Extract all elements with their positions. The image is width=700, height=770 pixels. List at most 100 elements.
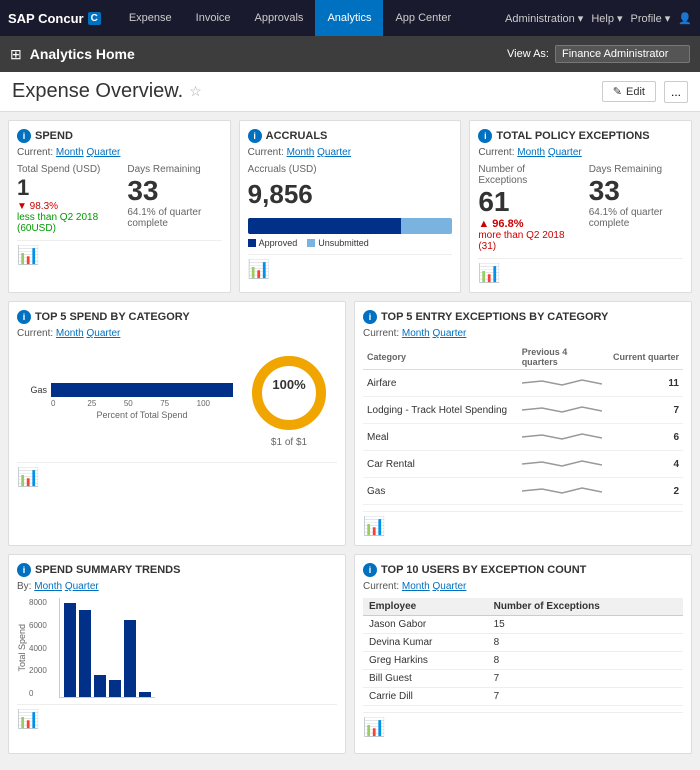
trend-bar	[64, 603, 76, 697]
accruals-quarter-link[interactable]: Quarter	[317, 147, 351, 158]
exc-col1-header: Category	[363, 345, 518, 370]
exc-category: Gas	[363, 478, 518, 505]
user-count: 7	[488, 688, 683, 706]
bar-legend: Approved Unsubmitted	[248, 238, 453, 248]
avatar[interactable]: 👤	[678, 12, 692, 25]
category-bar-gas-label: Gas	[17, 385, 47, 395]
exceptions-sub: more than Q2 2018 (31)	[478, 230, 572, 252]
middle-cards-row: i TOP 5 SPEND BY CATEGORY Current: Month…	[8, 301, 692, 546]
category-month-link[interactable]: Month	[56, 328, 84, 339]
nav-expense[interactable]: Expense	[117, 0, 184, 36]
nav-approvals[interactable]: Approvals	[243, 0, 316, 36]
favorite-star-icon[interactable]: ☆	[189, 83, 202, 100]
spend-percent-value: ▼ 98.3%	[17, 201, 58, 212]
axis-0: 0	[51, 399, 87, 408]
expense-overview-title: Expense Overview.	[12, 80, 183, 103]
donut-chart: 100%	[249, 353, 329, 433]
spend-month-link[interactable]: Month	[56, 147, 84, 158]
entry-exc-chart-icon: 📊	[363, 516, 385, 536]
entry-exc-title: TOP 5 ENTRY EXCEPTIONS BY CATEGORY	[381, 311, 608, 323]
edit-label: Edit	[626, 86, 645, 98]
trend-bar	[94, 675, 106, 698]
profile-menu[interactable]: Profile ▾	[631, 12, 671, 25]
nav-app-center[interactable]: App Center	[383, 0, 463, 36]
users-footer: 📊	[363, 712, 683, 738]
y-axis-labels: 8000 6000 4000 2000 0	[29, 598, 47, 698]
days-value: 33	[127, 175, 221, 207]
accruals-chart-icon: 📊	[248, 259, 270, 279]
users-table: Employee Number of Exceptions Jason Gabo…	[363, 598, 683, 706]
category-current-label: Current:	[17, 328, 53, 339]
exc-current: 7	[606, 397, 683, 424]
legend-unsubmitted-dot	[307, 239, 315, 247]
main-content: i SPEND Current: Month Quarter Total Spe…	[0, 112, 700, 770]
view-as-select[interactable]: Finance Administrator	[555, 45, 690, 63]
spend-value: 1	[17, 175, 111, 201]
accruals-card: i ACCRUALS Current: Month Quarter Accrua…	[239, 120, 462, 293]
exc-table-row: Meal 6	[363, 424, 683, 451]
spend-quarter-link[interactable]: Quarter	[86, 147, 120, 158]
spend-info-icon[interactable]: i	[17, 129, 31, 143]
help-menu[interactable]: Help ▾	[591, 12, 622, 25]
policy-days-sub: 64.1% of quarter complete	[589, 207, 683, 229]
accruals-info-icon[interactable]: i	[248, 129, 262, 143]
trends-quarter-link[interactable]: Quarter	[65, 581, 99, 592]
policy-card: i TOTAL POLICY EXCEPTIONS Current: Month…	[469, 120, 692, 293]
trend-bar	[139, 692, 151, 697]
exc-sparkline	[518, 370, 606, 397]
y-label-0: 0	[29, 689, 47, 698]
edit-button[interactable]: ✎ Edit	[602, 81, 656, 102]
policy-title: TOTAL POLICY EXCEPTIONS	[496, 130, 649, 142]
spend-current-label: Current:	[17, 147, 53, 158]
spend-number: 1	[17, 175, 29, 200]
policy-info-icon[interactable]: i	[478, 129, 492, 143]
more-button[interactable]: ...	[664, 81, 688, 103]
entry-exc-month-link[interactable]: Month	[402, 328, 430, 339]
user-name: Carrie Dill	[363, 688, 488, 706]
policy-month-link[interactable]: Month	[517, 147, 545, 158]
users-month-link[interactable]: Month	[402, 581, 430, 592]
bottom-cards-row: i SPEND SUMMARY TRENDS By: Month Quarter…	[8, 554, 692, 754]
view-as-label: View As:	[507, 48, 549, 60]
users-quarter-link[interactable]: Quarter	[432, 581, 466, 592]
sub-header: ⊞ Analytics Home View As: Finance Admini…	[0, 36, 700, 72]
category-quarter-link[interactable]: Quarter	[86, 328, 120, 339]
entry-exc-table: Category Previous 4 quarters Current qua…	[363, 345, 683, 505]
exc-sparkline	[518, 424, 606, 451]
brand-box: C	[88, 12, 101, 25]
trends-month-link[interactable]: Month	[34, 581, 62, 592]
exc-sparkline	[518, 478, 606, 505]
policy-quarter-link[interactable]: Quarter	[548, 147, 582, 158]
accruals-period: Current: Month Quarter	[248, 147, 453, 158]
admin-menu[interactable]: Administration ▾	[505, 12, 583, 25]
policy-current-label: Current:	[478, 147, 514, 158]
nav-analytics[interactable]: Analytics	[315, 0, 383, 36]
days-sub: 64.1% of quarter complete	[127, 207, 221, 229]
top-cards-row: i SPEND Current: Month Quarter Total Spe…	[8, 120, 692, 293]
users-table-row: Jason Gabor 15	[363, 616, 683, 634]
spend-days-col: Days Remaining 33 64.1% of quarter compl…	[127, 164, 221, 234]
exceptions-content: Number of Exceptions 61 ▲ 96.8% more tha…	[478, 164, 683, 252]
exc-current: 2	[606, 478, 683, 505]
entry-exc-quarter-link[interactable]: Quarter	[432, 328, 466, 339]
legend-unsubmitted-label: Unsubmitted	[318, 238, 369, 248]
nav-invoice[interactable]: Invoice	[184, 0, 243, 36]
category-card: i TOP 5 SPEND BY CATEGORY Current: Month…	[8, 301, 346, 546]
page-title-bar: Expense Overview. ☆ ✎ Edit ...	[0, 72, 700, 112]
svg-text:100%: 100%	[272, 377, 306, 392]
spend-chart-icon: 📊	[17, 245, 39, 265]
accruals-month-link[interactable]: Month	[287, 147, 315, 158]
entry-exc-info-icon[interactable]: i	[363, 310, 377, 324]
exc-current: 11	[606, 370, 683, 397]
edit-icon: ✎	[613, 85, 622, 98]
policy-days-value: 33	[589, 175, 683, 207]
nav-right: Administration ▾ Help ▾ Profile ▾ 👤	[505, 12, 692, 25]
axis-100: 100	[197, 399, 233, 408]
trends-info-icon[interactable]: i	[17, 563, 31, 577]
user-name: Bill Guest	[363, 670, 488, 688]
users-info-icon[interactable]: i	[363, 563, 377, 577]
category-info-icon[interactable]: i	[17, 310, 31, 324]
trends-bars	[59, 598, 155, 698]
users-chart-icon: 📊	[363, 717, 385, 737]
unsubmitted-bar	[401, 218, 452, 234]
